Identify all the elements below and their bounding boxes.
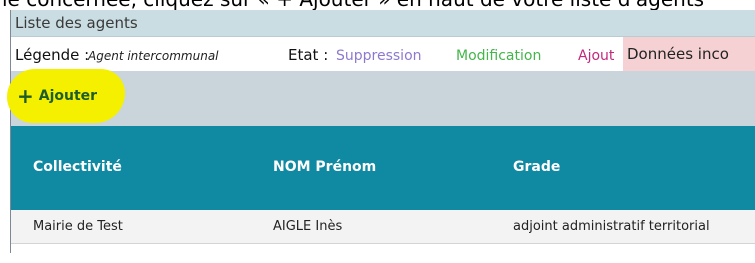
table-row[interactable]: Mairie de Test AIGLE Inès adjoint admini… xyxy=(11,210,755,244)
instruction-text: le concernée, cliquez sur « + Ajouter » … xyxy=(0,0,755,10)
legend-label: Légende : xyxy=(15,46,90,64)
state-modification: Modification xyxy=(456,48,542,64)
cell-collectivite: Mairie de Test xyxy=(33,219,123,234)
legend-intercommunal: Agent intercommunal xyxy=(88,49,219,63)
cell-grade: adjoint administratif territorial xyxy=(513,219,710,234)
state-incomplete: Données inco xyxy=(623,37,755,71)
cell-nom-prenom: AIGLE Inès xyxy=(273,219,343,234)
table-row-empty xyxy=(11,244,755,263)
toolbar: + Ajouter xyxy=(7,69,755,126)
panel-header: Liste des agents xyxy=(11,10,755,37)
legend-row: Légende : Agent intercommunal Etat : Sup… xyxy=(11,37,755,71)
add-button-label: Ajouter xyxy=(38,88,98,104)
agents-panel: Liste des agents Légende : Agent interco… xyxy=(7,10,755,263)
column-header-grade[interactable]: Grade xyxy=(513,159,560,175)
column-header-collectivite[interactable]: Collectivité xyxy=(33,159,122,175)
add-agent-button[interactable]: + Ajouter xyxy=(13,81,101,111)
plus-icon: + xyxy=(17,84,34,108)
state-suppression: Suppression xyxy=(336,48,422,64)
state-label: Etat : xyxy=(288,46,329,64)
table-header: Collectivité NOM Prénom Grade xyxy=(11,126,755,210)
state-ajout: Ajout xyxy=(578,48,615,64)
panel-title: Liste des agents xyxy=(15,14,138,32)
column-header-nom-prenom[interactable]: NOM Prénom xyxy=(273,159,376,175)
